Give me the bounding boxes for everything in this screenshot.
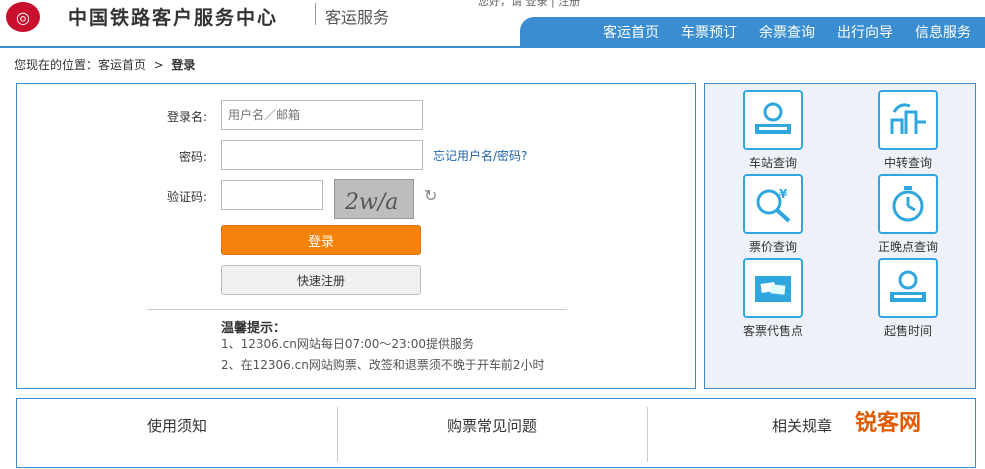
service-transfer-query[interactable]: 中转查询	[858, 90, 958, 171]
nav-underline	[0, 46, 985, 48]
station-icon	[743, 90, 803, 150]
service-ticket-agency[interactable]: 客票代售点	[723, 258, 823, 339]
service-label: 客票代售点	[742, 324, 803, 338]
ticket-agency-icon	[743, 258, 803, 318]
service-label: 起售时间	[883, 324, 932, 338]
railway-logo-icon: ◎	[6, 2, 40, 32]
tips-title: 温馨提示：	[221, 321, 287, 336]
login-button[interactable]: 登录	[221, 225, 421, 255]
breadcrumb: 您现在的位置：客运首页 > 登录	[14, 56, 195, 73]
captcha-input[interactable]	[221, 180, 323, 210]
breadcrumb-current: 登录	[171, 58, 196, 72]
captcha-image[interactable]: 2w/a	[334, 179, 414, 219]
watermark-logo: 锐客网	[855, 411, 922, 436]
login-panel: 登录名: 密码: 忘记用户名/密码? 验证码: 2w/a ↻ 登录 快速注册 温…	[16, 83, 696, 389]
username-label: 登录名:	[166, 110, 207, 124]
captcha-text: 2w/a	[344, 190, 398, 215]
breadcrumb-sep: >	[153, 58, 164, 72]
service-station-query[interactable]: 车站查询	[723, 90, 823, 171]
nav-item-remaining[interactable]: 余票查询	[759, 22, 815, 42]
main-nav: 客运首页 车票预订 余票查询 出行向导 信息服务	[520, 17, 985, 46]
password-input[interactable]	[221, 140, 423, 170]
breadcrumb-prefix: 您现在的位置：	[14, 58, 99, 72]
service-sale-time[interactable]: 起售时间	[858, 258, 958, 339]
quick-register-button[interactable]: 快速注册	[221, 265, 421, 295]
nav-item-booking[interactable]: 车票预订	[681, 22, 737, 42]
service-label: 车站查询	[748, 156, 797, 170]
tips-divider	[147, 309, 567, 310]
title-divider	[315, 3, 316, 25]
nav-item-home[interactable]: 客运首页	[603, 22, 659, 42]
site-subtitle: 客运服务	[325, 8, 390, 27]
username-input[interactable]	[221, 100, 423, 130]
tip-2: 2、在12306.cn网站购票、改签和退票须不晚于开车前2小时	[221, 358, 545, 372]
refresh-captcha-icon[interactable]: ↻	[424, 186, 440, 205]
site-title: 中国铁路客户服务中心	[68, 7, 279, 29]
service-price-query[interactable]: ¥ 票价查询	[723, 174, 823, 255]
service-label: 正晚点查询	[877, 240, 938, 254]
service-label: 中转查询	[883, 156, 932, 170]
service-delay-query[interactable]: 正晚点查询	[858, 174, 958, 255]
sale-time-icon	[878, 258, 938, 318]
nav-item-info[interactable]: 信息服务	[915, 22, 971, 42]
top-bar: ◎ 中国铁路客户服务中心 客运服务 您好，请 登录 | 注册 客运首页 车票预订…	[0, 0, 985, 46]
top-user-info[interactable]: 您好，请 登录 | 注册	[478, 0, 580, 9]
column-faq[interactable]: 购票常见问题	[337, 399, 647, 469]
forgot-password-link[interactable]: 忘记用户名/密码?	[433, 147, 527, 164]
bottom-info-panel: 使用须知 购票常见问题 相关规章	[16, 398, 976, 468]
column-usage-notes[interactable]: 使用须知	[17, 399, 337, 469]
clock-icon	[878, 174, 938, 234]
transfer-icon	[878, 90, 938, 150]
captcha-label: 验证码:	[166, 190, 207, 204]
service-label: 票价查询	[748, 240, 797, 254]
password-label: 密码:	[178, 150, 207, 164]
quick-services-panel: 车站查询 中转查询 ¥ 票价查询 正晚点查询 客票代售点 起售时间	[704, 83, 976, 389]
svg-text:¥: ¥	[779, 187, 788, 201]
breadcrumb-home[interactable]: 客运首页	[98, 58, 146, 72]
tip-1: 1、12306.cn网站每日07:00～23:00提供服务	[221, 337, 474, 351]
price-icon: ¥	[743, 174, 803, 234]
nav-item-guide[interactable]: 出行向导	[837, 22, 893, 42]
